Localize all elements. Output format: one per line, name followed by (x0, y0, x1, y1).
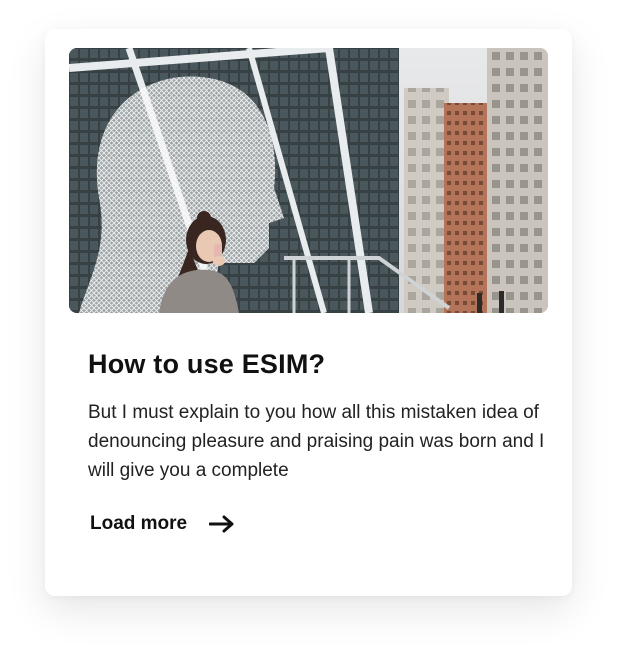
arrow-right-icon (208, 515, 235, 533)
article-photo (69, 48, 548, 313)
card-description: But I must explain to you how all this m… (88, 402, 545, 481)
load-more-button[interactable]: Load more (90, 513, 235, 535)
card-title: How to use ESIM? (88, 349, 326, 379)
load-more-label: Load more (90, 513, 188, 534)
article-image (69, 48, 548, 313)
article-card: How to use ESIM? But I must explain to y… (45, 29, 572, 596)
